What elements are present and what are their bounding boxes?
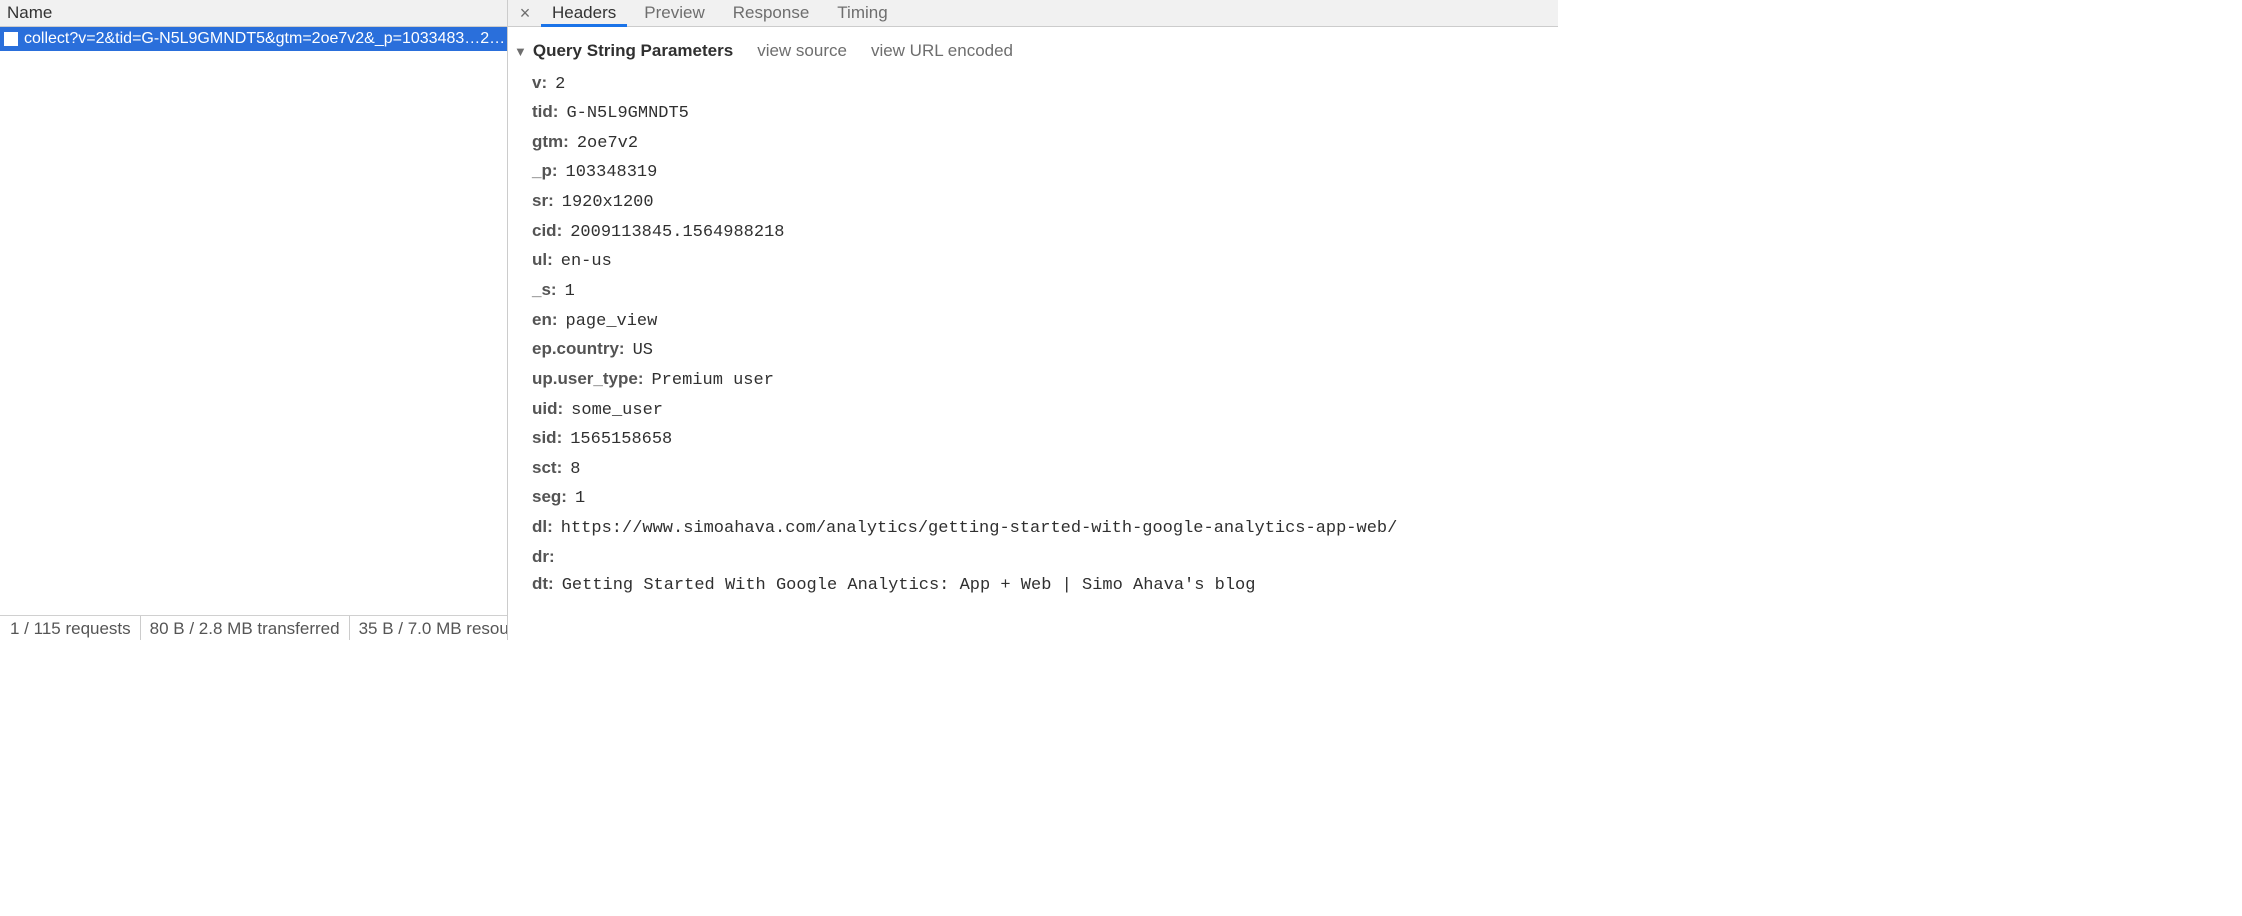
param-row: up.user_type Premium user bbox=[532, 365, 1558, 395]
param-value: Premium user bbox=[651, 369, 773, 394]
request-type-icon bbox=[4, 32, 18, 46]
param-row: sr 1920x1200 bbox=[532, 188, 1558, 218]
tab-response[interactable]: Response bbox=[719, 0, 824, 26]
param-row: uid some_user bbox=[532, 395, 1558, 425]
param-row: v2 bbox=[532, 69, 1558, 99]
param-key: cid bbox=[532, 219, 562, 244]
tab-preview[interactable]: Preview bbox=[630, 0, 718, 26]
param-key: dl bbox=[532, 515, 553, 540]
param-row: cid 2009113845.1564988218 bbox=[532, 217, 1558, 247]
param-value: 2 bbox=[555, 73, 565, 98]
tab-headers[interactable]: Headers bbox=[538, 0, 630, 26]
param-value: 8 bbox=[570, 458, 580, 483]
chevron-down-icon: ▼ bbox=[514, 44, 527, 59]
tab-preview-label: Preview bbox=[644, 3, 704, 23]
request-detail-pane: × Headers Preview Response Timing ▼ Quer… bbox=[508, 0, 1558, 640]
param-key: tid bbox=[532, 100, 558, 125]
tab-timing[interactable]: Timing bbox=[823, 0, 901, 26]
param-value: Getting Started With Google Analytics: A… bbox=[562, 574, 1256, 599]
param-value: 103348319 bbox=[566, 161, 658, 186]
param-row: gtm 2oe7v2 bbox=[532, 128, 1558, 158]
param-key: v bbox=[532, 71, 547, 96]
param-key: _p bbox=[532, 159, 558, 184]
param-value: 1 bbox=[565, 280, 575, 305]
tab-response-label: Response bbox=[733, 3, 810, 23]
param-row: dl https://www.simoahava.com/analytics/ge… bbox=[532, 514, 1558, 544]
devtools-network-panel: Name collect?v=2&tid=G-N5L9GMNDT5&gtm=2o… bbox=[0, 0, 1558, 640]
param-row: ep.country US bbox=[532, 336, 1558, 366]
param-value: page_view bbox=[566, 310, 658, 335]
section-header: ▼ Query String Parameters view source vi… bbox=[508, 37, 1558, 65]
param-row: sct 8 bbox=[532, 454, 1558, 484]
param-value: 1920x1200 bbox=[562, 191, 654, 216]
param-row: dt Getting Started With Google Analytics:… bbox=[532, 571, 1558, 601]
param-key: ul bbox=[532, 248, 553, 273]
param-value: 2009113845.1564988218 bbox=[570, 221, 784, 246]
view-url-encoded-link[interactable]: view URL encoded bbox=[871, 41, 1013, 61]
section-title-label: Query String Parameters bbox=[533, 41, 733, 61]
status-transferred: 80 B / 2.8 MB transferred bbox=[141, 616, 350, 641]
close-detail-button[interactable]: × bbox=[512, 0, 538, 26]
column-header-name-label: Name bbox=[7, 3, 52, 23]
param-value: 1565158658 bbox=[570, 428, 672, 453]
param-value: 1 bbox=[575, 487, 585, 512]
param-row: ul en-us bbox=[532, 247, 1558, 277]
tab-timing-label: Timing bbox=[837, 3, 887, 23]
param-row: _p 103348319 bbox=[532, 158, 1558, 188]
param-key: sr bbox=[532, 189, 554, 214]
section-toggle[interactable]: ▼ Query String Parameters bbox=[514, 41, 733, 61]
param-key: _s bbox=[532, 278, 557, 303]
param-row: dr bbox=[532, 543, 1558, 571]
param-row: _s 1 bbox=[532, 276, 1558, 306]
param-value: some_user bbox=[571, 399, 663, 424]
param-value: https://www.simoahava.com/analytics/gett… bbox=[561, 517, 1398, 542]
query-params-list: v2tid G-N5L9GMNDT5 gtm 2oe7v2 _p 103348319 sr 1… bbox=[508, 65, 1558, 601]
param-key: en bbox=[532, 308, 558, 333]
request-url-text: collect?v=2&tid=G-N5L9GMNDT5&gtm=2oe7v2&… bbox=[24, 30, 507, 48]
status-bar: 1 / 115 requests 80 B / 2.8 MB transferr… bbox=[0, 615, 507, 640]
param-key: gtm bbox=[532, 130, 569, 155]
param-key: up.user_type bbox=[532, 367, 643, 392]
param-row: en page_view bbox=[532, 306, 1558, 336]
param-key: seg bbox=[532, 485, 567, 510]
param-key: sid bbox=[532, 426, 562, 451]
param-value: en-us bbox=[561, 250, 612, 275]
param-value: US bbox=[633, 339, 653, 364]
detail-tab-bar: × Headers Preview Response Timing bbox=[508, 0, 1558, 27]
param-key: sct bbox=[532, 456, 562, 481]
status-resources: 35 B / 7.0 MB resources bbox=[350, 616, 507, 641]
status-requests: 1 / 115 requests bbox=[10, 616, 141, 641]
param-key: dt bbox=[532, 572, 554, 597]
param-row: sid 1565158658 bbox=[532, 425, 1558, 455]
view-source-link[interactable]: view source bbox=[757, 41, 847, 61]
param-key: uid bbox=[532, 397, 563, 422]
requests-list-pane: Name collect?v=2&tid=G-N5L9GMNDT5&gtm=2o… bbox=[0, 0, 508, 640]
tab-headers-label: Headers bbox=[552, 3, 616, 23]
requests-empty-area bbox=[0, 51, 507, 615]
request-row[interactable]: collect?v=2&tid=G-N5L9GMNDT5&gtm=2oe7v2&… bbox=[0, 27, 507, 51]
column-header-name[interactable]: Name bbox=[0, 0, 507, 27]
param-row: tid G-N5L9GMNDT5 bbox=[532, 99, 1558, 129]
param-row: seg 1 bbox=[532, 484, 1558, 514]
param-value: G-N5L9GMNDT5 bbox=[566, 102, 688, 127]
close-icon: × bbox=[520, 3, 531, 24]
param-key: dr bbox=[532, 545, 555, 570]
param-key: ep.country bbox=[532, 337, 625, 362]
param-value: 2oe7v2 bbox=[577, 132, 638, 157]
detail-body: ▼ Query String Parameters view source vi… bbox=[508, 27, 1558, 640]
